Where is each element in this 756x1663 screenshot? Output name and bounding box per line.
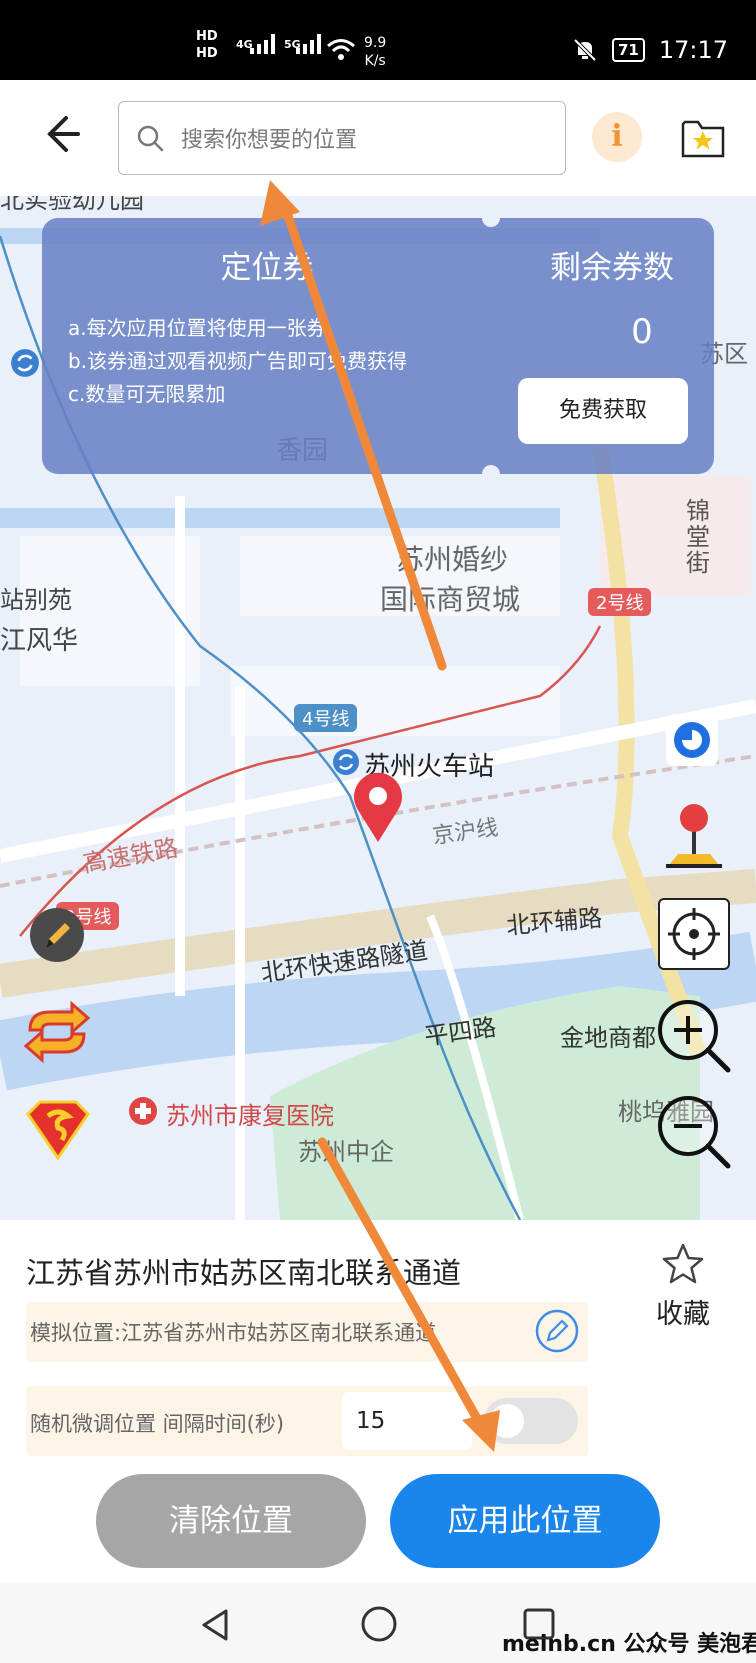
watermark-text: meinb.cn 公众号 美泡君 bbox=[502, 1632, 756, 1657]
search-box[interactable]: 搜索你想要的位置 bbox=[118, 101, 566, 175]
map-label: 锦堂街 bbox=[686, 497, 710, 577]
toggle-knob bbox=[490, 1404, 524, 1438]
coupon-card: 定位券 剩余券数 a.每次应用位置将使用一张券 b.该券通过观看视频广告即可免费… bbox=[42, 209, 714, 483]
random-adjust-row: 随机微调位置 间隔时间(秒) 15 bbox=[26, 1386, 588, 1456]
coupon-rule: c.数量可无限累加 bbox=[68, 382, 226, 406]
home-circle-icon[interactable] bbox=[360, 1605, 398, 1643]
metro-line-badge: 2号线 bbox=[588, 588, 652, 616]
pencil-icon[interactable] bbox=[28, 906, 86, 964]
apply-location-button[interactable]: 应用此位置 bbox=[390, 1474, 660, 1568]
coupon-rule: b.该券通过观看视频广告即可免费获得 bbox=[68, 349, 408, 373]
search-icon bbox=[137, 125, 164, 152]
compass-icon[interactable] bbox=[664, 712, 720, 768]
card-notch bbox=[482, 465, 500, 483]
clear-location-button[interactable]: 清除位置 bbox=[96, 1474, 366, 1568]
location-pin-icon[interactable] bbox=[350, 772, 406, 844]
interval-input[interactable]: 15 bbox=[342, 1392, 472, 1450]
random-adjust-toggle[interactable] bbox=[484, 1398, 578, 1444]
coupon-remaining-title: 剩余券数 bbox=[550, 250, 674, 286]
hd-indicator: HD HD bbox=[196, 29, 218, 61]
simulated-location-text: 模拟位置:江苏省苏州市姑苏区南北联系通道 bbox=[30, 1321, 437, 1345]
map-label: 金地商都 bbox=[560, 1024, 656, 1052]
favorite-label[interactable]: 收藏 bbox=[656, 1292, 710, 1331]
crosshair-icon bbox=[668, 908, 720, 960]
free-get-button[interactable]: 免费获取 bbox=[518, 378, 688, 444]
simulated-location-row: 模拟位置:江苏省苏州市姑苏区南北联系通道 bbox=[26, 1302, 588, 1362]
coupon-title: 定位券 bbox=[220, 250, 314, 286]
map-label: 苏州中企 bbox=[298, 1138, 394, 1166]
coupon-rule: a.每次应用位置将使用一张券 bbox=[68, 316, 327, 340]
map-label: 北实验幼儿园 bbox=[0, 196, 144, 214]
star-icon[interactable] bbox=[660, 1242, 706, 1286]
favorites-folder-icon[interactable] bbox=[680, 114, 726, 160]
info-button[interactable]: i bbox=[592, 112, 642, 162]
edit-icon[interactable] bbox=[534, 1308, 580, 1354]
card-notch bbox=[482, 209, 500, 227]
mute-bell-icon bbox=[573, 38, 597, 62]
map-label: 站别苑 bbox=[0, 586, 72, 614]
back-triangle-icon[interactable] bbox=[198, 1607, 234, 1643]
signal-icon bbox=[296, 34, 321, 54]
zoom-out-icon[interactable] bbox=[654, 1092, 732, 1170]
status-bar: HD HD 4G 5G 9.9 K/s 71 17:17 bbox=[0, 0, 756, 80]
coupon-count: 0 bbox=[631, 312, 653, 352]
map-label: 国际商贸城 bbox=[380, 583, 521, 616]
swap-arrows-icon[interactable] bbox=[20, 1000, 94, 1064]
network-speed: 9.9 K/s bbox=[364, 35, 387, 69]
metro-line-badge: 4号线 bbox=[294, 704, 358, 732]
map-label: 苏州市康复医院 bbox=[166, 1102, 334, 1130]
locate-me-button[interactable] bbox=[658, 898, 730, 970]
map-label: 江风华 bbox=[0, 626, 79, 656]
metro-station-icon bbox=[11, 349, 39, 377]
hospital-icon bbox=[129, 1097, 157, 1125]
superman-logo-icon[interactable] bbox=[24, 1100, 92, 1160]
coupon-rules: a.每次应用位置将使用一张券 b.该券通过观看视频广告即可免费获得 c.数量可无… bbox=[68, 312, 407, 411]
wifi-icon bbox=[327, 39, 355, 60]
clock: 17:17 bbox=[658, 36, 728, 64]
battery-indicator: 71 bbox=[611, 38, 645, 62]
map-label: 苏州婚纱 bbox=[396, 543, 509, 576]
address-title: 江苏省苏州市姑苏区南北联系通道 bbox=[26, 1256, 462, 1290]
top-bar: 搜索你想要的位置 i bbox=[0, 80, 756, 196]
joystick-icon[interactable] bbox=[660, 800, 726, 872]
zoom-in-icon[interactable] bbox=[654, 996, 732, 1074]
back-arrow-icon[interactable] bbox=[32, 106, 88, 162]
random-adjust-label: 随机微调位置 间隔时间(秒) bbox=[30, 1412, 285, 1436]
signal-icon bbox=[250, 34, 275, 54]
search-placeholder: 搜索你想要的位置 bbox=[181, 128, 358, 153]
